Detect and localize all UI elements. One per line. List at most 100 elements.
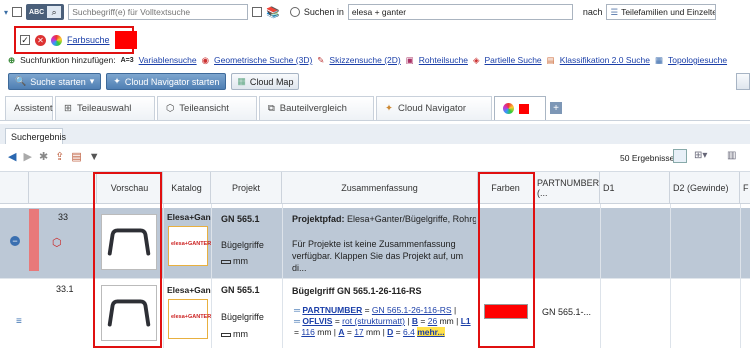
d-label[interactable]: D [387,327,393,337]
color-wheel-icon [503,103,514,114]
l1-label[interactable]: L1 [461,316,471,326]
search-icon[interactable]: ⌕ [47,6,62,18]
start-cloud-navigator-button[interactable]: ✦ Cloud Navigator starten [106,73,227,90]
geometry-icon: ◉ [201,54,210,65]
start-search-label: Suche starten [30,76,86,87]
a-value[interactable]: 17 [354,327,363,337]
variable-icon: A=3 [120,56,134,64]
summary-text: Für Projekte ist keine Zusammenfassung v… [292,239,464,273]
tab-baseline [0,120,750,121]
partnumber-label[interactable]: PARTNUMBER [302,305,362,315]
tab-part-view-label: Teileansicht [179,103,229,114]
side-panel-button[interactable] [736,73,750,90]
compare-icon: ⧉ [268,103,275,114]
header-partnumber[interactable]: PARTNUMBER (... [534,172,600,204]
header-f[interactable]: F [740,172,750,204]
oflvis-value[interactable]: rot (strukturmatt) [342,316,405,326]
export-icon[interactable]: ⇪ [55,150,64,163]
header-catalog[interactable]: Katalog [163,172,211,204]
b-label[interactable]: B [412,316,418,326]
topology-search-link[interactable]: Topologiesuche [668,55,727,65]
top-toolbar: ▾ ABC ⌕ 📚 Suchen in elesa + ganter nach … [4,3,717,21]
search-input[interactable] [68,4,249,20]
cloud-map-button[interactable]: ▦ Cloud Map [231,73,300,90]
list-icon: ☰ [610,6,619,17]
abc-mode-label[interactable]: ABC [29,9,44,16]
catalog-name: Elesa+Gan [167,212,211,222]
search-in-field[interactable]: elesa + ganter [347,4,573,20]
column-divider [211,204,212,348]
remove-icon[interactable]: ✕ [35,34,46,46]
summary-path-text: Elesa+Ganter/Bügelgriffe, Rohrg... [347,214,476,224]
b-value[interactable]: 26 [428,316,437,326]
dropdown-arrow-icon[interactable]: ▾ [4,8,8,17]
sketch-search-link[interactable]: Skizzensuche (2D) [329,55,400,65]
ruler-icon [221,260,231,264]
columns-icon[interactable]: ▥ [727,150,736,161]
book-icon[interactable]: 📚 [266,6,280,19]
l1-value[interactable]: 116 [301,327,315,337]
raw-part-search-link[interactable]: Rohteilsuche [419,55,468,65]
color-search-link[interactable]: Farbsuche [67,35,110,45]
grid-icon: ⊞ [64,103,72,114]
back-icon[interactable]: ◀ [8,150,16,163]
forward-icon[interactable]: ▶ [23,150,31,163]
collapse-icon[interactable]: − [10,236,20,246]
tab-color-search[interactable] [494,96,546,120]
color-swatch[interactable] [114,31,137,49]
column-divider [163,204,164,348]
search-mode-toggle[interactable]: ABC ⌕ [26,4,65,20]
column-divider [670,204,671,348]
catalog-logo: elesa+GANTER [168,226,211,266]
list-view-icon[interactable] [673,149,687,163]
fulltext-checkbox[interactable] [12,7,23,17]
results-table: Vorschau Katalog Projekt Zusammenfassung… [0,172,750,348]
d-value[interactable]: 6.4 [403,327,415,337]
tab-part-view[interactable]: ⬡ Teileansicht [157,96,257,120]
cloud-map-label: Cloud Map [249,76,294,87]
a-label[interactable]: A [338,327,344,337]
variable-search-link[interactable]: Variablensuche [139,55,197,65]
results-toolbar: ◀ ▶ ✱ ⇪ ▤ ▼ 50 Ergebnisse ⊞▾ ▥ [0,144,750,172]
header-d1[interactable]: D1 [600,172,670,204]
partnumber-value[interactable]: GN 565.1-26-116-RS [372,305,452,315]
tab-cloud-navigator-label: Cloud Navigator [397,103,467,114]
header-spacer [0,172,29,204]
search-in-radio[interactable] [289,7,300,17]
tab-cloud-navigator[interactable]: ✦ Cloud Navigator [376,96,492,120]
part-title: Bügelgriff GN 565.1-26-116-RS [292,286,422,296]
navigator-icon: ✦ [113,76,121,86]
unit-label: mm [221,256,248,266]
raw-part-icon: ▣ [405,54,414,65]
colors-column-highlight [478,172,535,348]
ruler-icon [221,333,231,337]
settings-icon[interactable]: ✱ [39,150,48,163]
color-search-checkbox[interactable]: ✓ [20,35,30,45]
header-d2[interactable]: D2 (Gewinde) [670,172,740,204]
results-tab[interactable]: Suchergebnis [5,128,66,144]
filter-icon[interactable]: ▼ [89,151,100,163]
catalog-logo: elesa+GANTER [168,299,211,339]
tab-comparison[interactable]: ⧉ Bauteilvergleich [259,96,374,120]
header-num [29,172,97,204]
tab-assistant[interactable]: Assistent [5,96,53,120]
nach-value: Teilefamilien und Einzelte [621,7,717,17]
start-search-button[interactable]: 🔍 Suche starten ▾ [8,73,102,90]
tab-part-selection[interactable]: ⊞ Teileauswahl [55,96,155,120]
header-project[interactable]: Projekt [211,172,282,204]
add-tab-button[interactable]: + [550,102,562,114]
more-link[interactable]: mehr... [417,327,445,337]
summary-title: Projektpfad: [292,214,345,224]
classification-search-link[interactable]: Klassifikation 2.0 Suche [560,55,650,65]
part-attributes: ═ PARTNUMBER = GN 565.1-26-116-RS | ═ OF… [294,305,471,337]
header-summary[interactable]: Zusammenfassung [282,172,478,204]
grid-view-icon[interactable]: ⊞▾ [694,150,707,161]
save-icon[interactable]: ▤ [71,150,81,163]
plus-icon: ⊕ [8,54,16,65]
geometric-search-link[interactable]: Geometrische Suche (3D) [214,55,312,65]
book-filter-checkbox[interactable] [252,7,263,17]
oflvis-label[interactable]: OFLVIS [302,316,332,326]
nach-select[interactable]: ☰ Teilefamilien und Einzelte [606,4,717,20]
partial-search-link[interactable]: Partielle Suche [484,55,541,65]
magnifier-icon: 🔍 [15,76,27,86]
